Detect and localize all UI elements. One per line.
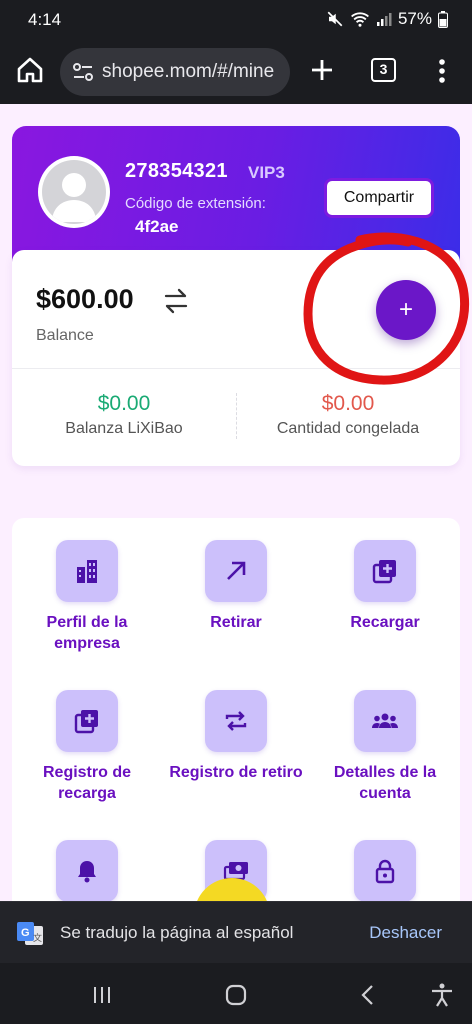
add-box-icon (74, 710, 98, 734)
menu-item-account-details[interactable]: Detalles de la cuenta (310, 690, 460, 804)
lock-icon (375, 859, 395, 884)
svg-text:文: 文 (33, 932, 42, 943)
status-bar: 4:14 57% (0, 0, 472, 40)
bell-icon (78, 861, 96, 883)
wifi-icon (351, 12, 369, 27)
extension-code: 4f2ae (135, 217, 179, 236)
menu-label: Perfil de la empresa (46, 614, 128, 652)
balance-amount: $600.00 (36, 284, 134, 314)
menu-item-withdraw-history[interactable]: Registro de retiro (161, 690, 311, 783)
vip-level: VIP3 (248, 163, 285, 182)
page-content: 278354321 VIP3 Código de extensión: 4f2a… (0, 104, 472, 901)
lixibao-value: $0.00 (97, 392, 151, 415)
url-text: shopee.mom/#/mine (102, 61, 275, 82)
balance-label: Balance (36, 327, 94, 344)
user-id: 278354321 (125, 160, 228, 182)
back-icon[interactable] (354, 981, 382, 1009)
battery-percent: 57% (397, 9, 432, 28)
default-user-icon (52, 173, 96, 222)
address-bar[interactable]: shopee.mom/#/mine (60, 48, 290, 96)
menu-item-recharge[interactable]: Recargar (310, 540, 460, 633)
extension-code-label: Código de extensión: (125, 195, 266, 212)
support-icon (194, 890, 270, 901)
undo-translate-button[interactable]: Deshacer (369, 923, 442, 943)
status-icons: 57% (326, 9, 448, 29)
lixibao-balance: $0.00 Balanza LiXiBao (12, 392, 236, 438)
menu-label: Recargar (350, 614, 420, 631)
google-translate-icon: G 文 (17, 922, 43, 945)
battery-icon (438, 10, 448, 28)
menu-grid: Perfil de la empresa Retirar Recargar Re… (12, 518, 460, 901)
svg-text:G: G (21, 927, 30, 939)
frozen-amount: $0.00 Cantidad congelada (236, 392, 460, 438)
menu-item-recharge-history[interactable]: Registro de recarga (12, 690, 162, 804)
menu-item-company-profile[interactable]: Perfil de la empresa (12, 540, 162, 654)
divider (12, 368, 460, 369)
building-icon (77, 560, 97, 583)
add-box-icon (372, 560, 396, 584)
frozen-value: $0.00 (321, 392, 375, 415)
group-icon (372, 713, 398, 728)
lixibao-label: Balanza LiXiBao (65, 420, 183, 437)
frozen-label: Cantidad congelada (276, 420, 420, 437)
menu-label: Retirar (210, 614, 262, 631)
status-time: 4:14 (28, 10, 62, 29)
avatar[interactable] (38, 156, 110, 228)
balance-card: $600.00 Balance + $0.00 Balanza LiXiBao … (12, 250, 460, 466)
translate-message: Se tradujo la página al español (60, 923, 294, 942)
site-settings-icon[interactable] (72, 62, 94, 82)
menu-label: Detalles de la cuenta (333, 764, 437, 802)
mute-icon (327, 11, 343, 27)
browser-toolbar: shopee.mom/#/mine 3 (0, 40, 472, 104)
signal-icon (376, 13, 392, 26)
menu-label: Registro de recarga (42, 764, 131, 802)
add-funds-button[interactable]: + (376, 280, 436, 340)
more-options-icon[interactable] (432, 56, 452, 86)
arrow-up-right-icon (227, 561, 246, 580)
accessibility-icon[interactable] (428, 981, 456, 1009)
menu-label: Registro de retiro (169, 764, 303, 781)
translate-infobar: G 文 Se tradujo la página al español Desh… (0, 901, 472, 963)
repeat-icon (225, 711, 247, 731)
share-button[interactable]: Compartir (324, 178, 434, 218)
new-tab-icon[interactable] (306, 54, 338, 86)
tab-switcher-button[interactable]: 3 (371, 58, 396, 82)
menu-item-password[interactable] (310, 840, 460, 901)
recent-apps-icon[interactable] (88, 981, 116, 1009)
home-nav-icon[interactable] (222, 981, 250, 1009)
home-icon[interactable] (14, 54, 46, 86)
menu-item-withdraw[interactable]: Retirar (161, 540, 311, 633)
menu-item-notifications[interactable] (12, 840, 162, 901)
system-nav-bar (0, 963, 472, 1024)
swap-icon[interactable] (162, 287, 190, 315)
